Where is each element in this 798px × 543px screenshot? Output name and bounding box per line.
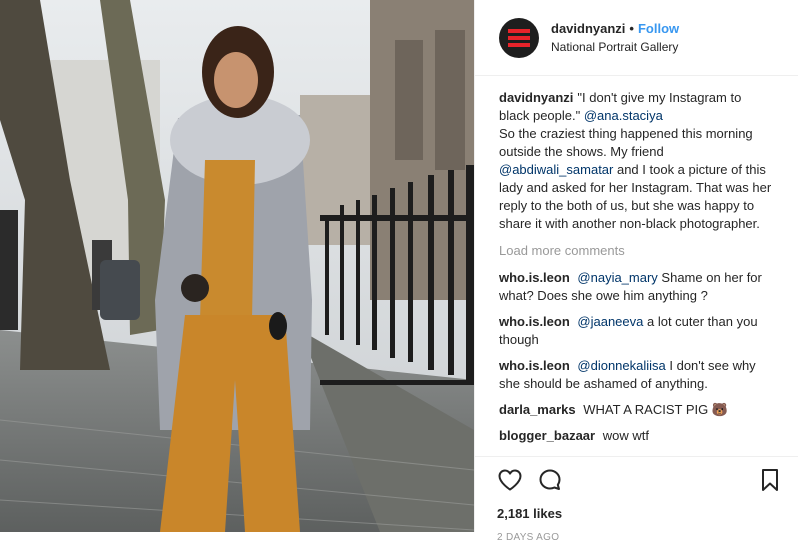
comment-item: darla_marks WHAT A RACIST PIG 🐻 bbox=[499, 401, 774, 419]
comment-username[interactable]: who.is.leon bbox=[499, 314, 573, 329]
location-link[interactable]: National Portrait Gallery bbox=[551, 38, 679, 56]
comment-username[interactable]: who.is.leon bbox=[499, 358, 573, 373]
comment-username[interactable]: darla_marks bbox=[499, 402, 579, 417]
bookmark-icon[interactable] bbox=[757, 467, 783, 493]
header-username[interactable]: davidnyanzi bbox=[551, 21, 625, 36]
comment-username[interactable]: blogger_bazaar bbox=[499, 428, 599, 443]
caption-text-2: So the craziest thing happened this morn… bbox=[499, 126, 753, 159]
post-actions: 2,181 likes 2 DAYS AGO bbox=[475, 456, 798, 543]
comment-bubble-icon[interactable] bbox=[537, 467, 563, 493]
caption: davidnyanzi "I don't give my Instagram to… bbox=[499, 89, 774, 233]
comment-item: who.is.leon @jaaneeva a lot cuter than y… bbox=[499, 313, 774, 349]
header-top-line: davidnyanzi • Follow bbox=[551, 20, 679, 38]
likes-count[interactable]: 2,181 likes bbox=[497, 506, 783, 522]
logo-bars-icon bbox=[508, 28, 530, 47]
caption-username[interactable]: davidnyanzi bbox=[499, 90, 573, 105]
comment-text: WHAT A RACIST PIG 🐻 bbox=[583, 402, 729, 417]
street-style-photo bbox=[0, 0, 474, 532]
heart-icon[interactable] bbox=[497, 467, 523, 493]
post-side-panel: davidnyanzi • Follow National Portrait Gal… bbox=[474, 0, 798, 543]
header-text: davidnyanzi • Follow National Portrait Gal… bbox=[551, 20, 679, 56]
post-timestamp: 2 DAYS AGO bbox=[497, 532, 560, 543]
comments-list: davidnyanzi "I don't give my Instagram to… bbox=[475, 76, 798, 450]
caption-mention-2[interactable]: @abdiwali_samatar bbox=[499, 162, 613, 177]
post-header: davidnyanzi • Follow National Portrait Gal… bbox=[475, 0, 798, 76]
follow-button[interactable]: Follow bbox=[638, 21, 679, 36]
instagram-post: davidnyanzi • Follow National Portrait Gal… bbox=[0, 0, 798, 543]
comment-mention[interactable]: @jaaneeva bbox=[577, 314, 643, 329]
post-photo[interactable] bbox=[0, 0, 474, 532]
caption-mention-1[interactable]: @ana.staciya bbox=[584, 108, 663, 123]
load-more-comments-link[interactable]: Load more comments bbox=[499, 242, 774, 260]
avatar[interactable] bbox=[499, 17, 539, 58]
separator-dot: • bbox=[629, 20, 634, 36]
comment-mention[interactable]: @dionnekaliisa bbox=[577, 358, 665, 373]
comment-text: wow wtf bbox=[602, 428, 649, 443]
comment-item: blogger_bazaar wow wtf bbox=[499, 427, 774, 445]
comment-item: who.is.leon @dionnekaliisa I don't see w… bbox=[499, 357, 774, 393]
comment-mention[interactable]: @nayia_mary bbox=[577, 270, 657, 285]
comment-username[interactable]: who.is.leon bbox=[499, 270, 573, 285]
comment-item: who.is.leon @nayia_mary Shame on her for… bbox=[499, 269, 774, 305]
action-icon-row bbox=[497, 467, 783, 493]
